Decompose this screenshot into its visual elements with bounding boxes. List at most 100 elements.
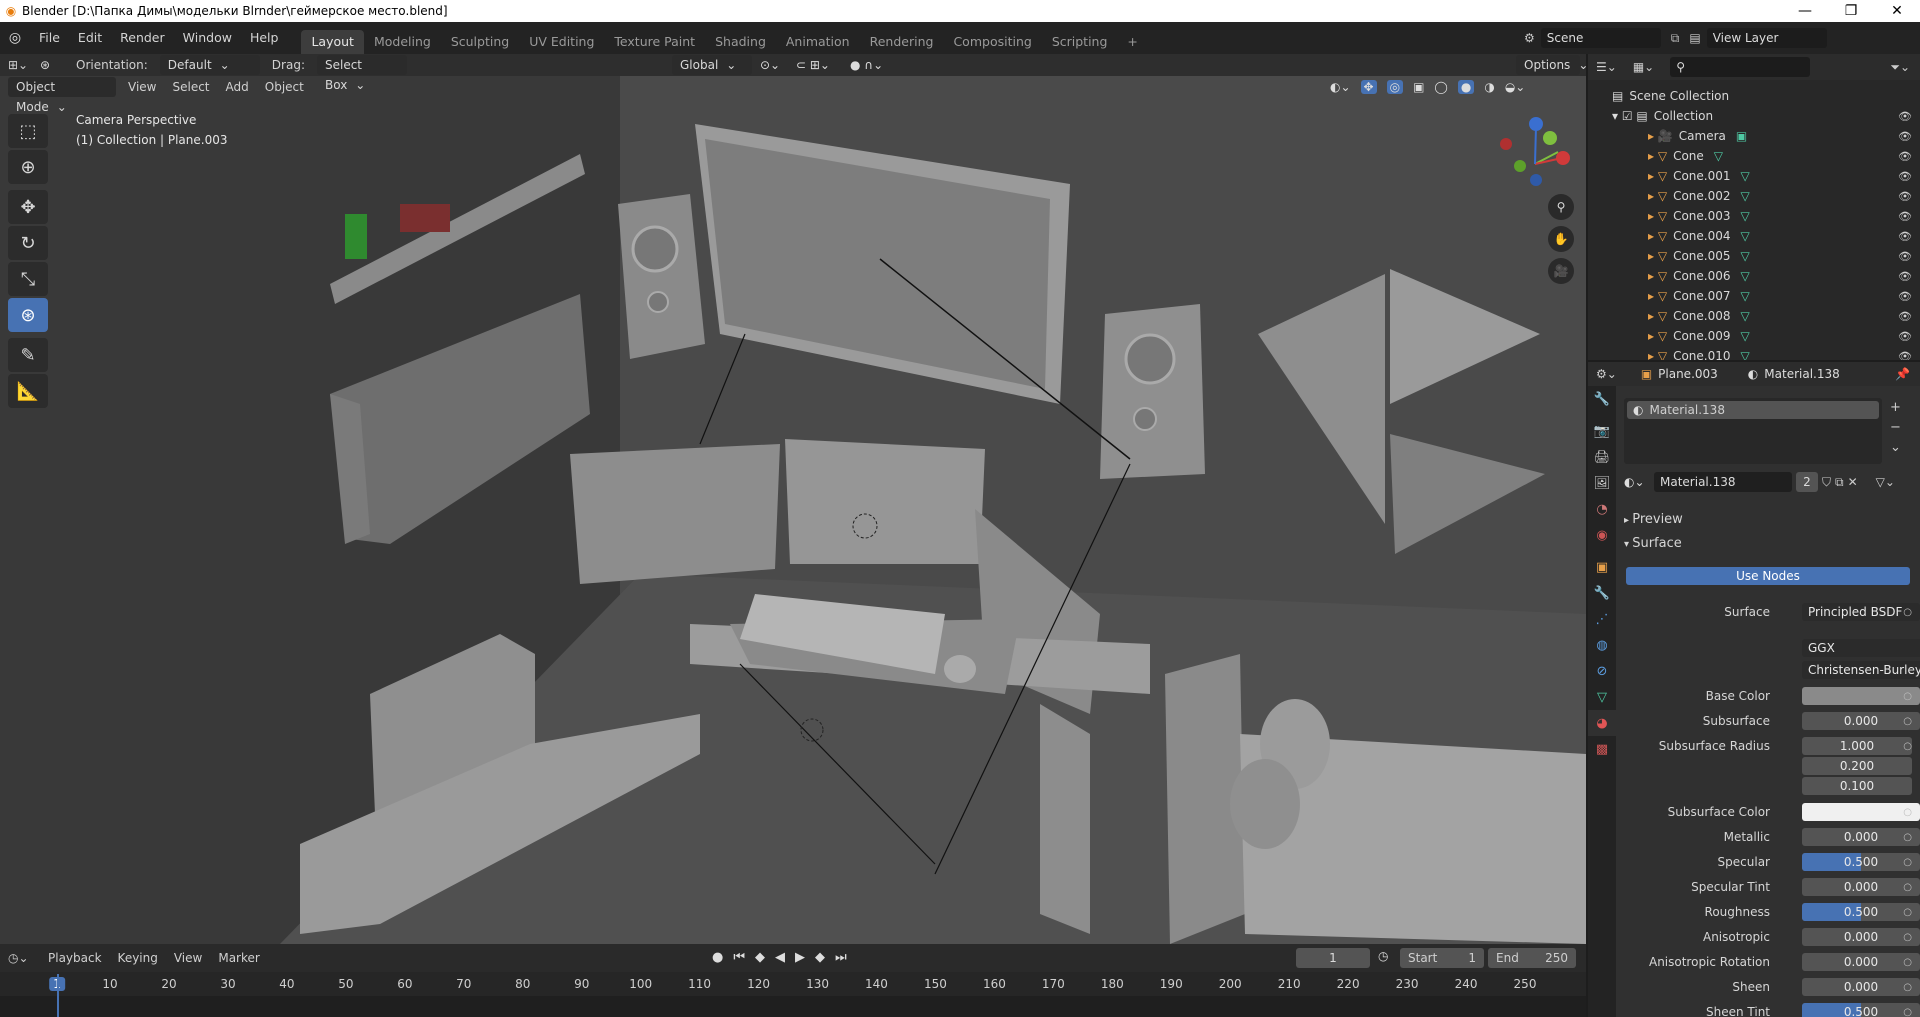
current-frame-field[interactable]: 1 <box>1296 948 1370 968</box>
drag-dropdown[interactable]: Select Box <box>316 55 407 92</box>
socket-dot-icon[interactable]: ○ <box>1903 932 1912 943</box>
scene-selector[interactable]: Scene <box>1540 28 1661 48</box>
outliner-item-cone-007[interactable]: ▸ ▽ Cone.007 ▽ 👁 <box>1588 286 1920 306</box>
remove-slot-button[interactable]: − <box>1890 418 1901 438</box>
outliner-item-cone-008[interactable]: ▸ ▽ Cone.008 ▽ 👁 <box>1588 306 1920 326</box>
tab-uv-editing[interactable]: UV Editing <box>519 30 604 54</box>
wireframe-shading-icon[interactable]: ◯ <box>1434 80 1447 94</box>
visibility-eye-icon[interactable]: 👁 <box>1898 190 1912 203</box>
modifier-tab-icon[interactable]: 🔧 <box>1588 580 1616 606</box>
select-box-icon[interactable]: ⬚ <box>8 114 48 148</box>
add-slot-button[interactable]: + <box>1890 398 1901 418</box>
end-frame-field[interactable]: End 250 <box>1488 948 1576 968</box>
cursor-icon[interactable]: ⊕ <box>8 150 48 184</box>
rendered-shading-icon[interactable]: ◒⌄ <box>1505 80 1526 94</box>
material-slot-row[interactable]: ◐ Material.138 <box>1627 401 1879 419</box>
particles-tab-icon[interactable]: ⋰ <box>1588 606 1616 632</box>
outliner-item-cone-002[interactable]: ▸ ▽ Cone.002 ▽ 👁 <box>1588 186 1920 206</box>
visibility-eye-icon[interactable]: 👁 <box>1898 210 1912 223</box>
view-layer-tab-icon[interactable]: 🖼 <box>1588 470 1616 496</box>
mesh-data-icon[interactable]: ▽ <box>1741 289 1750 303</box>
mesh-data-icon[interactable]: ▽ <box>1741 269 1750 283</box>
gizmo-toggle-icon[interactable]: ✥ <box>1360 80 1377 94</box>
transform-icon[interactable]: ⊛ <box>8 298 48 332</box>
tab-compositing[interactable]: Compositing <box>943 30 1041 54</box>
snap-icon[interactable]: ⊂ ⊞⌄ <box>796 58 830 72</box>
visibility-eye-icon[interactable]: 👁 <box>1898 110 1912 123</box>
pin-icon[interactable]: 📌 <box>1895 367 1910 381</box>
menu-window[interactable]: Window <box>174 22 241 54</box>
menu-render[interactable]: Render <box>111 22 174 54</box>
display-mode-icon[interactable]: ▦⌄ <box>1625 60 1662 74</box>
menu-help[interactable]: Help <box>241 22 288 54</box>
proportional-edit-icon[interactable]: ● ∩⌄ <box>850 58 883 72</box>
socket-dot-icon[interactable]: ○ <box>1903 691 1912 702</box>
socket-dot-icon[interactable]: ○ <box>1903 857 1912 868</box>
mesh-data-icon[interactable]: ▽ <box>1741 349 1750 360</box>
physics-tab-icon[interactable]: ◍ <box>1588 632 1616 658</box>
playback-menu[interactable]: Playback <box>40 951 110 965</box>
overlay-toggle-icon[interactable]: ◎ <box>1386 80 1404 94</box>
outliner-item-cone-010[interactable]: ▸ ▽ Cone.010 ▽ 👁 <box>1588 346 1920 360</box>
clock-icon[interactable]: ◷ <box>1378 949 1388 963</box>
mesh-data-icon[interactable]: ▽ <box>1741 209 1750 223</box>
timeline-ruler[interactable]: 1102030405060708090100110120130140150160… <box>0 974 1586 996</box>
outliner-item-cone-005[interactable]: ▸ ▽ Cone.005 ▽ 👁 <box>1588 246 1920 266</box>
play-reverse-icon[interactable]: ◀ <box>775 950 785 965</box>
material-shading-icon[interactable]: ◑ <box>1484 80 1494 94</box>
socket-dot-icon[interactable]: ○ <box>1903 716 1912 727</box>
add-menu[interactable]: Add <box>218 80 257 94</box>
outliner-item-cone-001[interactable]: ▸ ▽ Cone.001 ▽ 👁 <box>1588 166 1920 186</box>
socket-dot-icon[interactable]: ○ <box>1903 1007 1912 1017</box>
tab-modeling[interactable]: Modeling <box>364 30 441 54</box>
close-button[interactable]: ✕ <box>1874 0 1920 22</box>
visibility-eye-icon[interactable]: 👁 <box>1898 150 1912 163</box>
visibility-eye-icon[interactable]: 👁 <box>1898 230 1912 243</box>
visibility-eye-icon[interactable]: 👁 <box>1898 310 1912 323</box>
outliner-item-camera[interactable]: ▸ 🎥 Camera ▣ 👁 <box>1588 126 1920 146</box>
blender-menu-icon[interactable]: ◎ <box>0 30 30 46</box>
visibility-eye-icon[interactable]: 👁 <box>1898 250 1912 263</box>
material-name-field[interactable]: Material.138 <box>1654 472 1792 492</box>
next-key-icon[interactable]: ◆ <box>815 950 825 965</box>
tab-scripting[interactable]: Scripting <box>1042 30 1118 54</box>
orientation-dropdown[interactable]: Default <box>159 55 260 75</box>
maximize-button[interactable]: ❐ <box>1828 0 1874 22</box>
preview-panel[interactable]: ▸ Preview <box>1624 512 1683 527</box>
socket-dot-icon[interactable]: ○ <box>1903 882 1912 893</box>
outliner-editor-icon[interactable]: ☰⌄ <box>1588 60 1625 74</box>
visibility-eye-icon[interactable]: 👁 <box>1898 270 1912 283</box>
socket-dot-icon[interactable]: ○ <box>1903 807 1912 818</box>
render-tab-icon[interactable]: 📷 <box>1588 418 1616 444</box>
pivot-icon[interactable]: ⊙⌄ <box>760 58 780 72</box>
unlink-material-icon[interactable]: ✕ <box>1848 475 1858 489</box>
filter-icon[interactable]: ⏷⌄ <box>1890 60 1910 75</box>
outliner-item-cone-003[interactable]: ▸ ▽ Cone.003 ▽ 👁 <box>1588 206 1920 226</box>
mesh-data-icon[interactable]: ▽ <box>1741 189 1750 203</box>
mesh-data-icon[interactable]: ▽ <box>1741 249 1750 263</box>
socket-dot-icon[interactable]: ○ <box>1903 957 1912 968</box>
scale-icon[interactable]: ⤡ <box>8 262 48 296</box>
surface-panel-header[interactable]: ▾ Surface <box>1624 536 1682 551</box>
tab-rendering[interactable]: Rendering <box>860 30 944 54</box>
move-icon[interactable]: ✥ <box>8 190 48 224</box>
texture-tab-icon[interactable]: ▩ <box>1588 736 1616 762</box>
measure-icon[interactable]: 📐 <box>8 374 48 408</box>
mode-dropdown[interactable]: Object Mode <box>8 77 116 114</box>
browse-material-icon[interactable]: ◐⌄ <box>1624 475 1650 489</box>
distribution-dropdown[interactable]: GGX <box>1802 639 1920 657</box>
socket-dot-icon[interactable]: ○ <box>1903 741 1912 752</box>
zoom-icon[interactable]: ⚲ <box>1548 194 1574 220</box>
tab-texture-paint[interactable]: Texture Paint <box>604 30 705 54</box>
timeline-editor-icon[interactable]: ◷⌄ <box>0 951 40 965</box>
tab-layout[interactable]: Layout <box>301 30 364 54</box>
timeline-track[interactable] <box>0 974 1586 1017</box>
jump-end-icon[interactable]: ⏭ <box>835 950 847 965</box>
add-workspace-button[interactable]: + <box>1117 30 1147 54</box>
prev-key-icon[interactable]: ◆ <box>755 950 765 965</box>
outliner-item-cone-009[interactable]: ▸ ▽ Cone.009 ▽ 👁 <box>1588 326 1920 346</box>
object-tab-icon[interactable]: ▣ <box>1588 554 1616 580</box>
view-menu[interactable]: View <box>120 80 164 94</box>
minimize-button[interactable]: — <box>1782 0 1828 22</box>
value-slider[interactable]: 0.200 <box>1802 757 1912 775</box>
